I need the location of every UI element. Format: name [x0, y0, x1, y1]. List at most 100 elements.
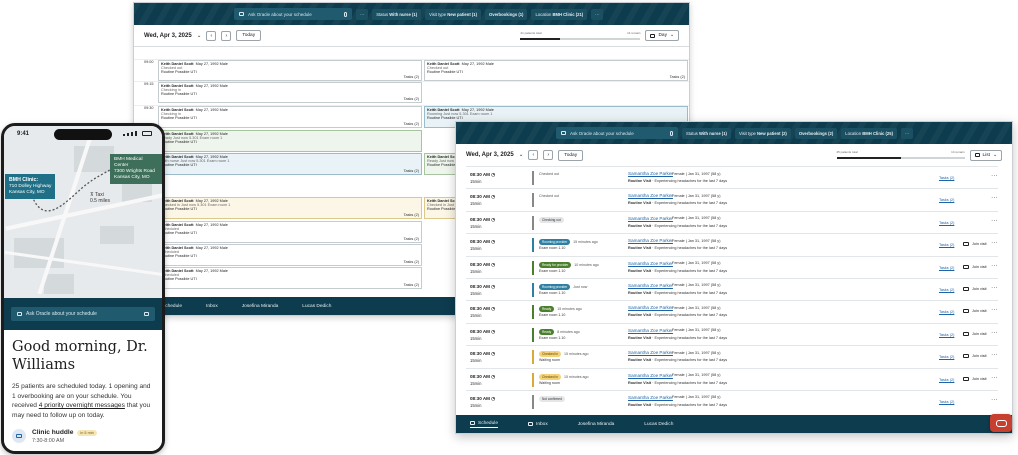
filter-status[interactable]: Status With nurse (1)	[682, 127, 731, 139]
patient-name-link[interactable]: Samantha Zoe Parker	[628, 216, 673, 221]
tasks-link[interactable]: Tasks (2)	[939, 400, 954, 404]
tasks-link[interactable]: Tasks (2)	[939, 378, 954, 382]
join-visit-button[interactable]: Join visit	[963, 331, 987, 336]
map-view[interactable]: BMH Clinic: 710 Dolley Highway Kansas Ci…	[4, 126, 162, 298]
tasks-link[interactable]: Tasks (2)	[939, 288, 954, 292]
nav-inbox[interactable]: Inbox	[206, 304, 218, 309]
nav-schedule[interactable]: Schedule	[470, 421, 499, 428]
tasks-link[interactable]: Tasks (2)	[939, 266, 954, 270]
date-label[interactable]: Wed, Apr 3, 2025	[144, 33, 192, 39]
join-visit-button[interactable]: Join visit	[963, 354, 987, 359]
appointment-row[interactable]: 08:30 AM ◷ 15min Checking out Samantha Z…	[466, 210, 998, 233]
appointment-card[interactable]: Keith Daniel Scott May 27, 1992 Male Sch…	[158, 244, 422, 266]
patient-name-link[interactable]: Samantha Zoe Parker	[628, 305, 673, 310]
nav-lucas-dedich[interactable]: Lucas Dedich	[302, 304, 331, 309]
appointment-row[interactable]: 08:30 AM ◷ 15min Ready 8 minutes ago Exa…	[466, 322, 998, 345]
filter-visit-type[interactable]: Visit type New patient (1)	[425, 8, 481, 20]
chevron-down-icon[interactable]: ⌄	[197, 33, 202, 39]
patient-name-link[interactable]: Samantha Zoe Parker	[628, 193, 673, 198]
appointment-row[interactable]: 08:30 AM ◷ 15min Ready for provider 10 m…	[466, 255, 998, 278]
tasks-link[interactable]: Tasks (2)	[939, 333, 954, 337]
more-button[interactable]: ···	[356, 8, 369, 20]
row-more-button[interactable]: ···	[991, 375, 998, 381]
appointment-card[interactable]: Keith Daniel Scott May 27, 1992 Male Che…	[158, 82, 422, 103]
oracle-assistant-button[interactable]	[990, 414, 1012, 432]
nav-josefina-miranda[interactable]: Josefina Miranda	[578, 422, 615, 427]
nav-schedule[interactable]: Schedule	[162, 304, 182, 309]
nav-inbox[interactable]: Inbox	[528, 422, 548, 427]
appointment-card[interactable]: Keith Daniel Scott May 27, 1992 Male Che…	[424, 60, 688, 81]
patient-name-link[interactable]: Samantha Zoe Parker	[628, 395, 673, 400]
appointment-card[interactable]: Keith Daniel Scott May 27, 1992 Male Che…	[158, 197, 422, 219]
ask-oracle-input[interactable]: Ask Oracle about your schedule	[11, 307, 155, 321]
row-more-button[interactable]: ···	[991, 240, 998, 246]
appointment-card[interactable]: Keith Daniel Scott May 27, 1992 Male Che…	[158, 106, 422, 128]
row-more-button[interactable]: ···	[991, 330, 998, 336]
row-more-button[interactable]: ···	[991, 307, 998, 313]
prev-day-button[interactable]: ‹	[528, 150, 539, 160]
clinic-callout[interactable]: BMH Clinic: 710 Dolley Highway Kansas Ci…	[5, 174, 56, 199]
view-select[interactable]: Day ⌄	[645, 30, 679, 41]
appointment-card[interactable]: Keith Daniel Scott May 27, 1992 Male Sch…	[158, 267, 422, 289]
nav-josefina-miranda[interactable]: Josefina Miranda	[242, 304, 279, 309]
appointment-card[interactable]: Keith Daniel Scott May 27, 1992 Male Che…	[158, 60, 422, 81]
view-select[interactable]: List ⌄	[969, 149, 1002, 161]
more-filters-button[interactable]: ···	[900, 127, 914, 139]
appointment-card[interactable]: Keith Daniel Scott May 27, 1992 Male Rea…	[158, 130, 422, 152]
join-visit-button[interactable]: Join visit	[963, 376, 987, 381]
join-visit-button[interactable]: Join visit	[963, 264, 987, 269]
today-button[interactable]: Today	[236, 30, 262, 41]
appointment-row[interactable]: 08:30 AM ◷ 15min Ready 15 minutes ago Ex…	[466, 300, 998, 322]
patient-name-link[interactable]: Samantha Zoe Parker	[628, 171, 673, 176]
filter-location[interactable]: Location BMH Clinic (25)	[841, 127, 897, 139]
more-filters-button[interactable]: ···	[591, 8, 604, 20]
row-more-button[interactable]: ···	[991, 285, 998, 291]
appointment-row[interactable]: 08:30 AM ◷ 15min Rooming provider Just n…	[466, 277, 998, 300]
join-visit-button[interactable]: Join visit	[963, 309, 987, 314]
chevron-down-icon[interactable]: ⌄	[519, 152, 524, 158]
appointment-row[interactable]: 08:30 AM ◷ 15min Checked in 15 minutes a…	[466, 345, 998, 367]
tasks-link[interactable]: Tasks (2)	[939, 176, 954, 180]
row-more-button[interactable]: ···	[991, 397, 998, 403]
today-button[interactable]: Today	[558, 149, 584, 161]
tasks-link[interactable]: Tasks (2)	[939, 310, 954, 314]
nav-lucas-dedich[interactable]: Lucas Dedich	[644, 422, 673, 427]
row-more-button[interactable]: ···	[991, 195, 998, 201]
prev-day-button[interactable]: ‹	[206, 30, 217, 41]
patient-name-link[interactable]: Samantha Zoe Parker	[628, 328, 673, 333]
microphone-icon[interactable]	[344, 11, 347, 17]
patient-name-link[interactable]: Samantha Zoe Parker	[628, 283, 673, 288]
expand-icon[interactable]	[144, 312, 149, 316]
filter-overbookings[interactable]: Overbookings (2)	[794, 127, 838, 139]
patient-name-link[interactable]: Samantha Zoe Parker	[628, 373, 673, 378]
appointment-row[interactable]: 08:30 AM ◷ 15min Checked out Samantha Zo…	[466, 166, 998, 188]
tasks-link[interactable]: Tasks (2)	[939, 221, 954, 225]
patient-name-link[interactable]: Samantha Zoe Parker	[628, 238, 673, 243]
filter-visit-type[interactable]: Visit type New patient (2)	[734, 127, 791, 139]
ask-oracle-input[interactable]: Ask Oracle about your schedule	[556, 127, 678, 139]
next-day-button[interactable]: ›	[221, 30, 232, 41]
appointment-card[interactable]: Keith Daniel Scott May 27, 1992 Male Sch…	[158, 221, 422, 243]
filter-location[interactable]: Location BMH Clinic (21)	[531, 8, 588, 20]
tasks-link[interactable]: Tasks (2)	[939, 198, 954, 202]
date-label[interactable]: Wed, Apr 3, 2025	[466, 152, 514, 158]
priority-messages-link[interactable]: 4 priority overnight messages	[39, 402, 125, 409]
appointment-row[interactable]: 08:30 AM ◷ 15min Not confirmed Samantha …	[466, 389, 998, 412]
join-visit-button[interactable]: Join visit	[963, 242, 987, 247]
appointment-row[interactable]: 08:30 AM ◷ 15min Checked out Samantha Zo…	[466, 188, 998, 210]
appointment-row[interactable]: 08:30 AM ◷ 15min Checked in 15 minutes a…	[466, 367, 998, 390]
filter-status[interactable]: Status With nurse (1)	[372, 8, 422, 20]
row-more-button[interactable]: ···	[991, 173, 998, 179]
next-day-button[interactable]: ›	[543, 150, 554, 160]
row-more-button[interactable]: ···	[991, 352, 998, 358]
patient-name-link[interactable]: Samantha Zoe Parker	[628, 350, 673, 355]
tasks-link[interactable]: Tasks (2)	[939, 355, 954, 359]
appointment-row[interactable]: 08:30 AM ◷ 15min Rooming provider 15 min…	[466, 233, 998, 255]
row-more-button[interactable]: ···	[991, 263, 998, 269]
appointment-card[interactable]: Keith Daniel Scott May 27, 1992 Male Wit…	[158, 153, 422, 175]
join-visit-button[interactable]: Join visit	[963, 286, 987, 291]
ask-oracle-input[interactable]: Ask Oracle about your schedule	[234, 8, 352, 20]
microphone-icon[interactable]	[670, 130, 673, 136]
filter-overbookings[interactable]: Overbookings (1)	[485, 8, 528, 20]
clinic-huddle-item[interactable]: Clinic huddle in 5 min 7:30-8:00 AM	[12, 429, 154, 444]
